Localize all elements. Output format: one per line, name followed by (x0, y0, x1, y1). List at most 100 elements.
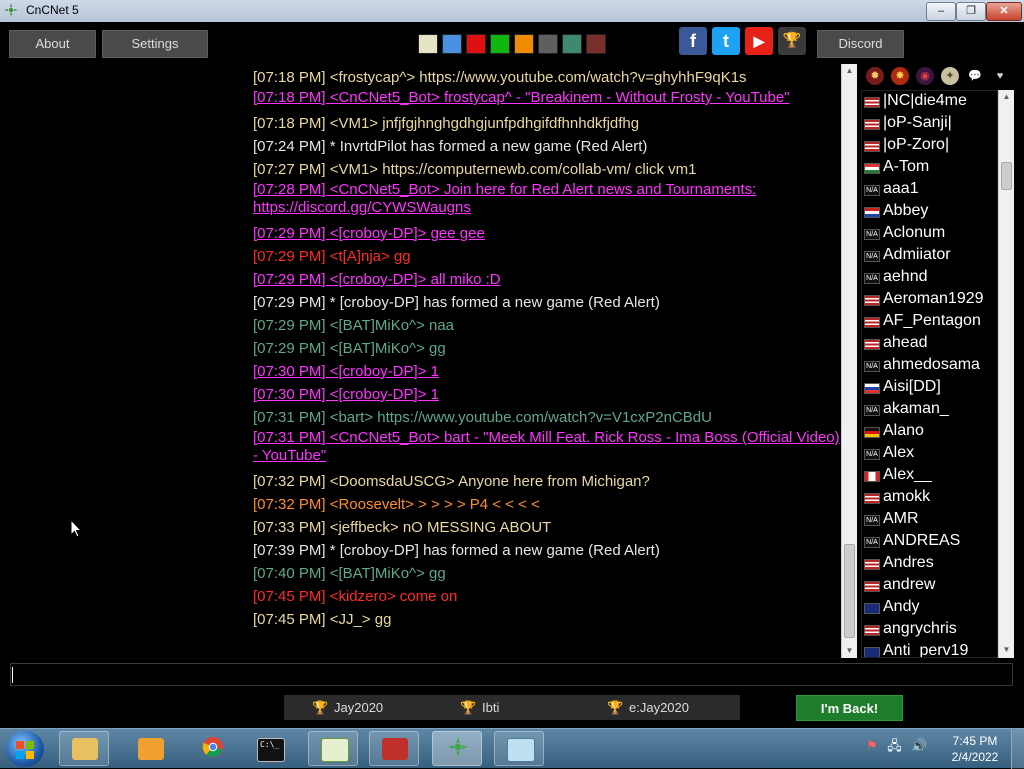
user-list-item[interactable]: amokk (862, 487, 997, 509)
user-list[interactable]: |NC|die4me |oP-Sanji| |oP-Zoro| A-Tom N/A aaa… (861, 90, 998, 658)
taskbar-cmd[interactable]: C:\_ (244, 731, 294, 766)
user-list-item[interactable]: Abbey (862, 201, 997, 223)
color-swatch[interactable] (538, 34, 558, 54)
country-flag-icon: N/A (864, 537, 880, 548)
color-swatch[interactable] (514, 34, 534, 54)
clock-date: 2/4/2022 (951, 750, 999, 764)
user-list-item[interactable]: ahead (862, 333, 997, 355)
chat-bubble-icon[interactable]: 💬 (966, 67, 984, 85)
user-list-item[interactable]: Anti_perv19 (862, 641, 997, 657)
taskbar-toolbox[interactable] (369, 731, 419, 766)
color-swatch[interactable] (586, 34, 606, 54)
game-room-item[interactable]: 🏆 Jay2020 (312, 695, 383, 720)
maximize-button[interactable]: ❐ (956, 2, 986, 21)
clock[interactable]: 7:45 PM 2/4/2022 (946, 733, 1004, 765)
taskbar-notepad[interactable] (494, 731, 544, 766)
country-flag-icon (864, 603, 880, 614)
chat-input[interactable] (10, 663, 1013, 686)
scroll-down-arrow-icon[interactable]: ▼ (842, 644, 857, 658)
taskbar-chrome[interactable] (187, 731, 237, 766)
user-list-item[interactable]: |oP-Zoro| (862, 135, 997, 157)
user-list-item[interactable]: A-Tom (862, 157, 997, 179)
user-list-item[interactable]: Aisi[DD] (862, 377, 997, 399)
user-list-item[interactable]: Alano (862, 421, 997, 443)
user-name: Abbey (883, 202, 929, 219)
user-list-item[interactable]: N/A aehnd (862, 267, 997, 289)
user-list-item[interactable]: Andres (862, 553, 997, 575)
color-swatch[interactable] (490, 34, 510, 54)
chat-message[interactable]: [07:30 PM] <[croboy-DP]> 1 (253, 383, 843, 406)
chat-message[interactable]: [07:28 PM] <CnCNet5_Bot> Join here for R… (253, 181, 843, 217)
volume-icon[interactable]: 🔊 (911, 738, 927, 753)
mouse-cursor-icon (70, 519, 82, 538)
user-list-item[interactable]: N/A Alex (862, 443, 997, 465)
user-list-item[interactable]: N/A ahmedosama (862, 355, 997, 377)
game-room-item[interactable]: 🏆 e:Jay2020 (607, 695, 689, 720)
taskbar-explorer[interactable] (59, 731, 109, 766)
user-list-item[interactable]: AF_Pentagon (862, 311, 997, 333)
discord-button[interactable]: Discord (817, 30, 904, 58)
game-room-item[interactable]: 🏆 Ibti (460, 695, 499, 720)
user-list-item[interactable]: N/A Admiiator (862, 245, 997, 267)
country-flag-icon: N/A (864, 361, 880, 372)
chat-scroll-thumb[interactable] (844, 544, 855, 638)
chat-message[interactable]: [07:29 PM] <[croboy-DP]> all miko :D (253, 268, 843, 291)
user-list-item[interactable]: Aeroman1929 (862, 289, 997, 311)
user-list-item[interactable]: |oP-Sanji| (862, 113, 997, 135)
user-list-item[interactable]: N/A AMR (862, 509, 997, 531)
user-list-item[interactable]: angrychris (862, 619, 997, 641)
chat-message[interactable]: [07:18 PM] <CnCNet5_Bot> frostycap^ - "B… (253, 89, 843, 107)
chat-message[interactable]: [07:30 PM] <[croboy-DP]> 1 (253, 360, 843, 383)
user-list-item[interactable]: |NC|die4me (862, 91, 997, 113)
scroll-down-arrow-icon[interactable]: ▼ (999, 643, 1014, 657)
chat-message: [07:32 PM] <Roosevelt> > > > > P4 < < < … (253, 496, 540, 513)
user-list-item[interactable]: N/A aaa1 (862, 179, 997, 201)
user-list-item[interactable]: Andy (862, 597, 997, 619)
chat-message[interactable]: [07:29 PM] <[croboy-DP]> gee gee (253, 222, 843, 245)
color-swatch[interactable] (466, 34, 486, 54)
chat-scrollbar[interactable]: ▲ ▼ (841, 64, 857, 658)
color-swatch[interactable] (442, 34, 462, 54)
trophy-icon[interactable]: 🏆 (778, 27, 806, 55)
user-list-item[interactable]: N/A ANDREAS (862, 531, 997, 553)
ts-icon[interactable]: ✸ (891, 67, 909, 85)
taskbar-media-player[interactable] (123, 731, 173, 766)
ra-icon[interactable]: ✹ (866, 67, 884, 85)
country-flag-icon (864, 339, 880, 350)
action-center-icon[interactable]: ⚑ (866, 738, 878, 753)
color-swatch[interactable] (418, 34, 438, 54)
taskbar-notepad-plus[interactable] (308, 731, 358, 766)
about-button[interactable]: About (9, 30, 96, 58)
chat-message: [07:27 PM] <VM1> https://computernewb.co… (253, 161, 697, 178)
user-name: Aeroman1929 (883, 290, 984, 307)
user-list-scrollbar[interactable]: ▲ ▼ (998, 90, 1014, 658)
user-name: AMR (883, 510, 919, 527)
im-back-button[interactable]: I'm Back! (796, 695, 903, 721)
twitter-icon[interactable]: t (712, 27, 740, 55)
youtube-icon[interactable]: ▶ (745, 27, 773, 55)
user-list-item[interactable]: N/A Aclonum (862, 223, 997, 245)
notepad-icon (507, 738, 535, 762)
window-title-bar: CnCNet 5 – ❐ ✕ (0, 0, 1024, 23)
facebook-icon[interactable]: f (679, 27, 707, 55)
toolbox-icon (382, 738, 408, 760)
chat-message[interactable]: [07:31 PM] <CnCNet5_Bot> bart - "Meek Mi… (253, 429, 843, 465)
color-swatch[interactable] (562, 34, 582, 54)
user-scroll-thumb[interactable] (1001, 162, 1012, 190)
network-icon[interactable]: 🖧 (887, 738, 902, 753)
taskbar-cncnet[interactable] (432, 731, 482, 766)
d2-icon[interactable]: ✦ (941, 67, 959, 85)
scroll-up-arrow-icon[interactable]: ▲ (999, 90, 1014, 104)
user-list-item[interactable]: andrew (862, 575, 997, 597)
show-desktop-button[interactable] (1011, 729, 1024, 769)
scroll-up-arrow-icon[interactable]: ▲ (842, 64, 857, 78)
close-button[interactable]: ✕ (986, 2, 1022, 21)
settings-button[interactable]: Settings (102, 30, 208, 58)
start-button[interactable] (6, 731, 44, 767)
game-room-name: e:Jay2020 (629, 700, 689, 715)
minimize-button[interactable]: – (926, 2, 956, 21)
yr-icon[interactable]: ◉ (916, 67, 934, 85)
user-list-item[interactable]: N/A akaman_ (862, 399, 997, 421)
heart-icon[interactable]: ♥ (991, 67, 1009, 85)
user-list-item[interactable]: Alex__ (862, 465, 997, 487)
